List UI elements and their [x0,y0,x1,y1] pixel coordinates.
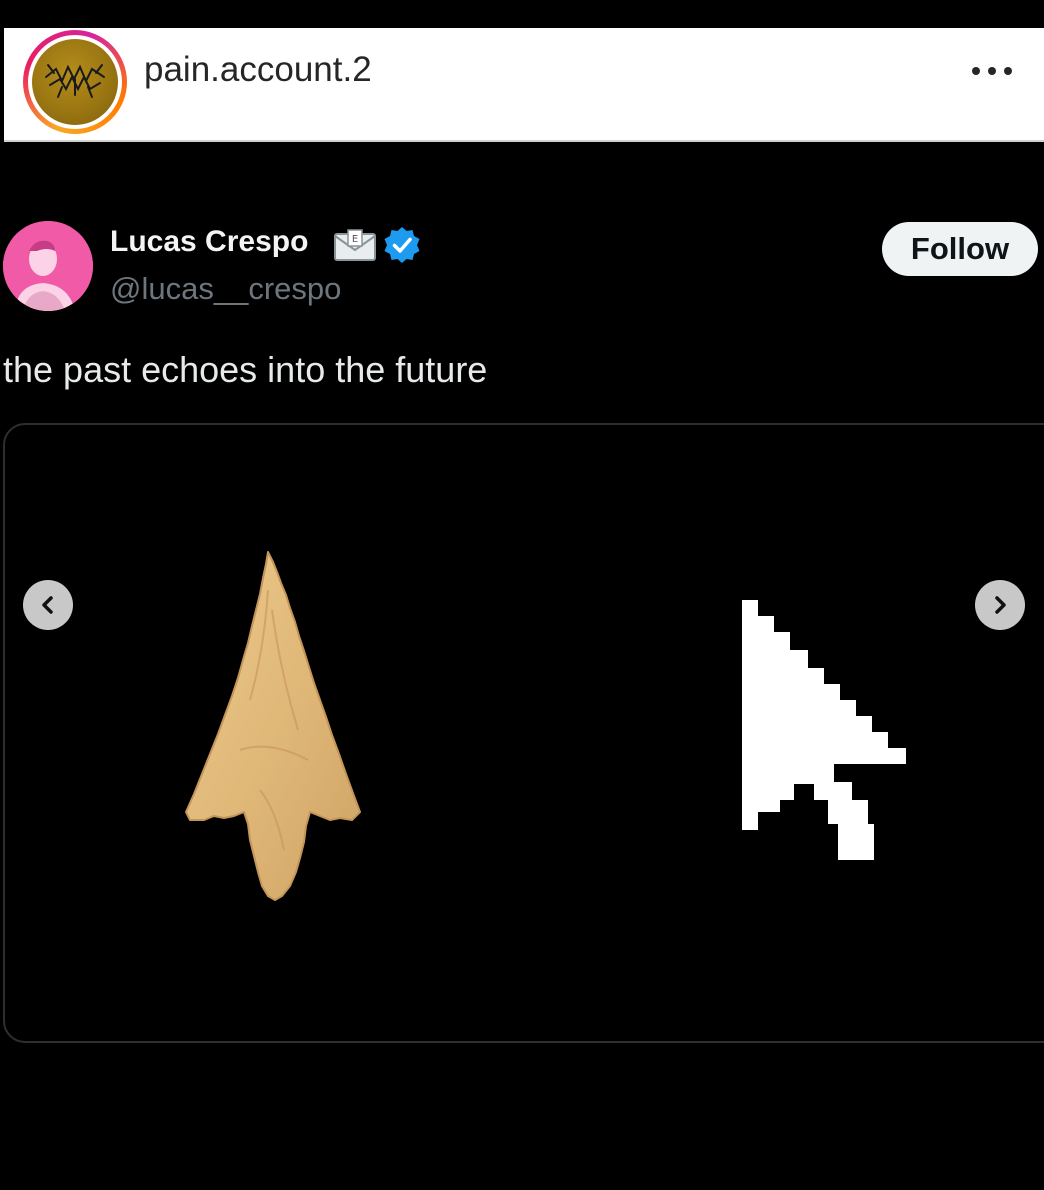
tweet-display-name[interactable]: Lucas Crespo [110,224,308,260]
more-horizontal-icon[interactable] [964,54,1020,88]
tweet-handle[interactable]: @lucas__crespo [110,270,341,308]
pixel-cursor-image [738,598,910,864]
follow-button[interactable]: Follow [882,222,1038,276]
instagram-post-header: pain.account.2 [4,28,1044,142]
arrowhead-image [180,550,370,902]
tweet-text: the past echoes into the future [3,349,488,390]
top-strip [0,0,1044,28]
instagram-username[interactable]: pain.account.2 [144,50,372,90]
svg-text:E: E [352,234,358,245]
chevron-left-icon[interactable] [23,580,73,630]
chevron-right-icon[interactable] [975,580,1025,630]
mail-icon: E [333,228,377,262]
verified-badge-icon [382,225,422,265]
tweet-avatar[interactable] [3,221,93,311]
avatar-logo [32,39,118,125]
instagram-avatar[interactable] [23,30,127,134]
avatar-ring-gap [28,35,122,129]
